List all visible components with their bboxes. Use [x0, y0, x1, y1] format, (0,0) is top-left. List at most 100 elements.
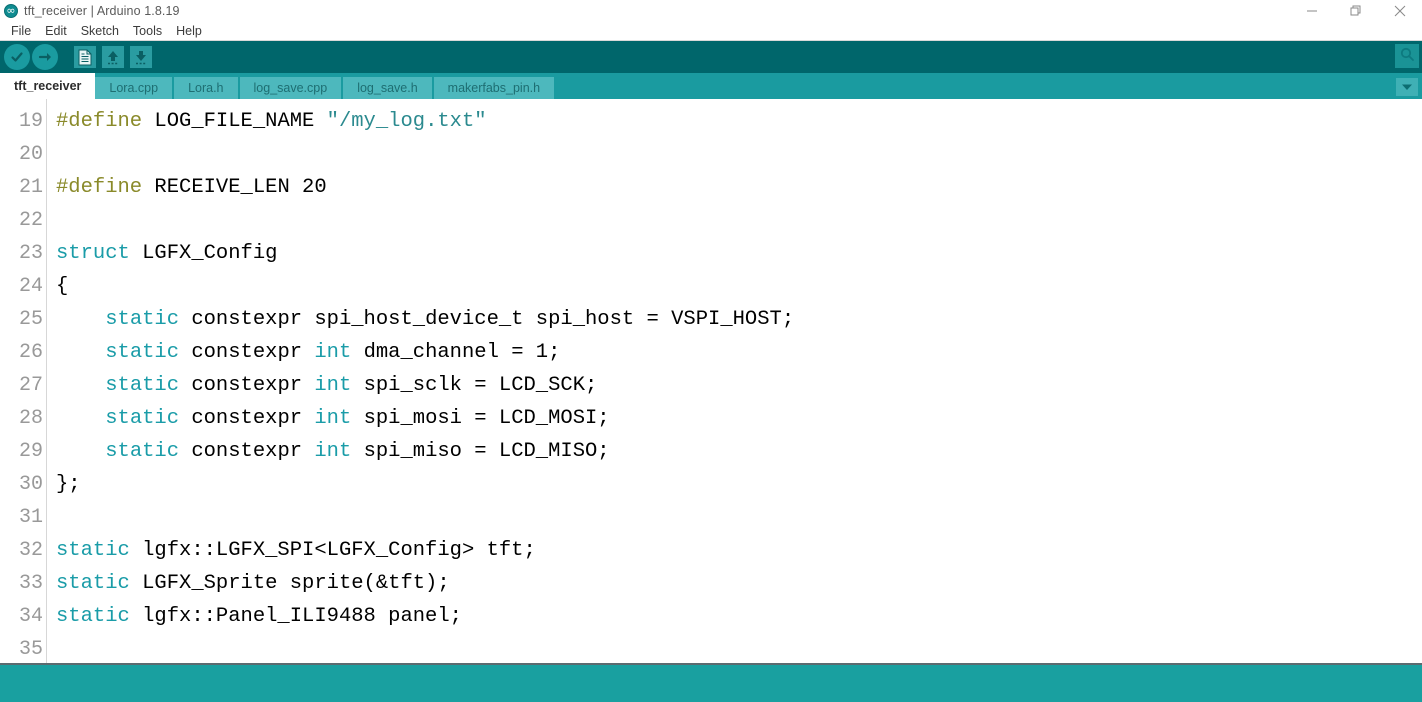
code-token: constexpr: [179, 341, 315, 364]
code-line: {: [56, 270, 1422, 303]
statusbar: [0, 665, 1422, 702]
code-token: constexpr: [179, 440, 315, 463]
upload-button[interactable]: [32, 44, 58, 70]
code-token: {: [56, 275, 69, 298]
code-token: spi_sclk = LCD_SCK;: [351, 374, 598, 397]
line-number: 20: [18, 143, 43, 166]
new-button[interactable]: [72, 44, 98, 70]
code-token: spi_miso = LCD_MISO;: [351, 440, 610, 463]
tab-log-save-h[interactable]: log_save.h: [343, 77, 434, 99]
code-token: static: [105, 374, 180, 397]
line-number: 27: [18, 374, 43, 397]
code-line: static constexpr int spi_sclk = LCD_SCK;: [56, 369, 1422, 402]
chevron-down-icon: [1401, 78, 1413, 96]
toolbar: [0, 41, 1422, 73]
arrow-down-icon: [130, 46, 152, 68]
code-token: "/my_log.txt": [326, 110, 487, 133]
line-number: 30: [18, 473, 43, 496]
window-titlebar: tft_receiver | Arduino 1.8.19: [0, 0, 1422, 22]
tab-list-dropdown-button[interactable]: [1396, 78, 1418, 96]
tab-makerfabs-pin-h[interactable]: makerfabs_pin.h: [433, 77, 557, 99]
line-number: 23: [18, 242, 43, 265]
code-token: int: [314, 341, 352, 364]
code-line: #define RECEIVE_LEN 20: [56, 171, 1422, 204]
magnifier-icon: [1398, 45, 1416, 68]
code-token: dma_channel = 1;: [351, 341, 561, 364]
arrow-up-icon: [102, 46, 124, 68]
code-line: static constexpr int spi_mosi = LCD_MOSI…: [56, 402, 1422, 435]
code-token: spi_mosi = LCD_MOSI;: [351, 407, 610, 430]
code-token: LGFX_Sprite sprite(&tft);: [129, 572, 450, 595]
code-token: #define: [56, 176, 155, 199]
code-token: static: [56, 539, 130, 562]
tab-log-save-cpp[interactable]: log_save.cpp: [239, 77, 344, 99]
line-number: 28: [18, 407, 43, 430]
close-icon[interactable]: [1378, 0, 1422, 22]
code-token: static: [105, 308, 180, 331]
verify-button[interactable]: [4, 44, 30, 70]
code-token: int: [314, 407, 352, 430]
code-token: LGFX_Config: [129, 242, 278, 265]
arrow-right-circle-icon: [32, 44, 58, 70]
code-area[interactable]: #define LOG_FILE_NAME "/my_log.txt" #def…: [47, 99, 1422, 663]
line-number: 19: [18, 110, 43, 133]
restore-icon[interactable]: [1334, 0, 1378, 22]
tab-lora-h[interactable]: Lora.h: [174, 77, 240, 99]
code-token: constexpr: [179, 407, 315, 430]
code-token: static: [56, 572, 130, 595]
line-number: 32: [18, 539, 43, 562]
code-token: static: [105, 407, 180, 430]
code-editor[interactable]: 19 20 21 22 23 24 25 26 27 28 29 30 31 32 33 34 35 #defi…: [0, 99, 1422, 663]
code-line: static lgfx::LGFX_SPI<LGFX_Config> tft;: [56, 534, 1422, 567]
code-token: lgfx::Panel_ILI9488 panel;: [129, 605, 462, 628]
menu-item-file[interactable]: File: [4, 22, 38, 40]
tab-lora-cpp[interactable]: Lora.cpp: [95, 77, 175, 99]
menubar: File Edit Sketch Tools Help: [0, 22, 1422, 41]
tab-tft-receiver[interactable]: tft_receiver: [0, 73, 96, 99]
menu-item-sketch[interactable]: Sketch: [74, 22, 126, 40]
code-line: static lgfx::Panel_ILI9488 panel;: [56, 600, 1422, 633]
arduino-logo-icon: [4, 1, 18, 21]
serial-monitor-button[interactable]: [1395, 44, 1419, 68]
menu-item-help[interactable]: Help: [169, 22, 209, 40]
minimize-icon[interactable]: [1290, 0, 1334, 22]
code-line: static constexpr int dma_channel = 1;: [56, 336, 1422, 369]
editor-tabbar: tft_receiver Lora.cpp Lora.h log_save.cp…: [0, 73, 1422, 99]
code-line: static constexpr spi_host_device_t spi_h…: [56, 303, 1422, 336]
code-token: #define: [56, 110, 155, 133]
open-button[interactable]: [100, 44, 126, 70]
line-number: 21: [18, 176, 43, 199]
line-number: 35: [18, 638, 43, 661]
code-token: static: [105, 341, 180, 364]
window-controls: [1290, 0, 1422, 22]
code-token: static: [56, 605, 130, 628]
code-line: #define LOG_FILE_NAME "/my_log.txt": [56, 105, 1422, 138]
code-line: static LGFX_Sprite sprite(&tft);: [56, 567, 1422, 600]
line-number-gutter: 19 20 21 22 23 24 25 26 27 28 29 30 31 32 33 34 35: [0, 99, 47, 663]
code-line: };: [56, 468, 1422, 501]
code-token: static: [105, 440, 180, 463]
code-token: int: [314, 374, 352, 397]
menu-item-tools[interactable]: Tools: [126, 22, 169, 40]
code-token: lgfx::LGFX_SPI<LGFX_Config> tft;: [129, 539, 536, 562]
code-token: struct: [56, 242, 130, 265]
code-token: };: [56, 473, 81, 496]
line-number: 24: [18, 275, 43, 298]
line-number: 22: [18, 209, 43, 232]
code-token: constexpr spi_host_device_t spi_host = V…: [179, 308, 795, 331]
menu-item-edit[interactable]: Edit: [38, 22, 74, 40]
code-token: int: [314, 440, 352, 463]
code-token: LOG_FILE_NAME: [154, 110, 327, 133]
line-number: 33: [18, 572, 43, 595]
code-line: struct LGFX_Config: [56, 237, 1422, 270]
save-button[interactable]: [128, 44, 154, 70]
